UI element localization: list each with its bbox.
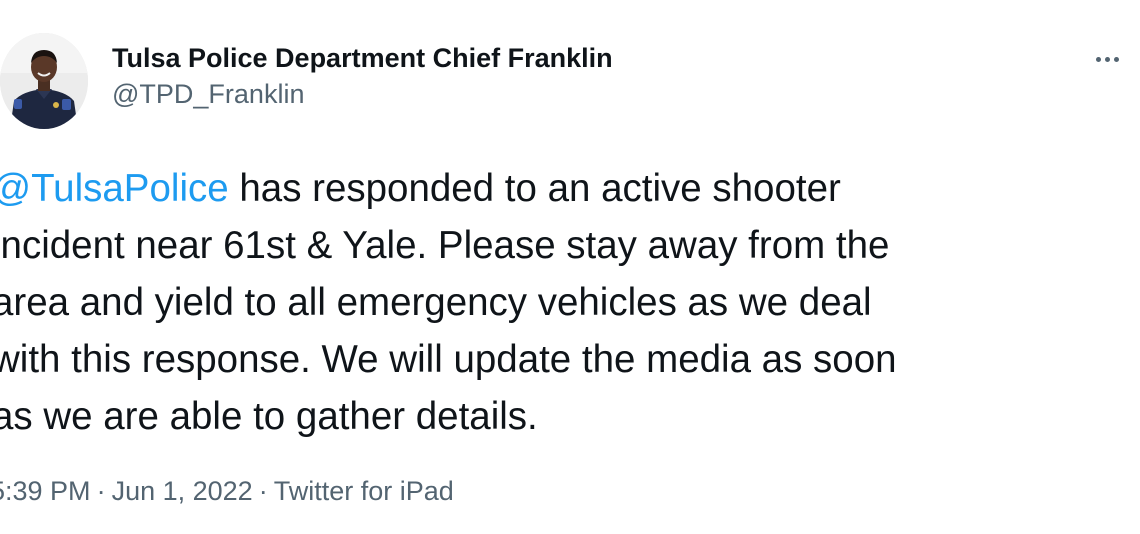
separator: · (96, 476, 106, 506)
avatar-image (0, 33, 88, 129)
tweet-metadata: 5:39 PM · Jun 1, 2022 · Twitter for iPad (0, 472, 454, 510)
avatar[interactable] (0, 33, 88, 129)
tweet-line-1-text: has responded to an active shooter (228, 167, 841, 210)
author-display-name[interactable]: Tulsa Police Department Chief Franklin (112, 40, 613, 76)
more-options-button[interactable] (1092, 44, 1132, 74)
tweet-text: @TulsaPolice has responded to an active … (0, 160, 1137, 445)
tweet-line: as we are able to gather details. (0, 395, 538, 438)
tweet-line: @TulsaPolice has responded to an active … (0, 160, 1137, 217)
tweet: Tulsa Police Department Chief Franklin @… (0, 0, 1140, 534)
author-handle[interactable]: @TPD_Franklin (112, 76, 613, 112)
mention-link[interactable]: @TulsaPolice (0, 167, 229, 210)
tweet-time-link[interactable]: 5:39 PM (0, 476, 91, 506)
more-horizontal-icon (1096, 57, 1101, 62)
author-block: Tulsa Police Department Chief Franklin @… (112, 40, 613, 112)
separator: · (258, 476, 268, 506)
tweet-line: with this response. We will update the m… (0, 338, 897, 381)
tweet-source-link[interactable]: Twitter for iPad (274, 476, 454, 506)
tweet-line: area and yield to all emergency vehicles… (0, 281, 872, 324)
tweet-line: incident near 61st & Yale. Please stay a… (0, 224, 890, 267)
tweet-date-link[interactable]: Jun 1, 2022 (112, 476, 253, 506)
